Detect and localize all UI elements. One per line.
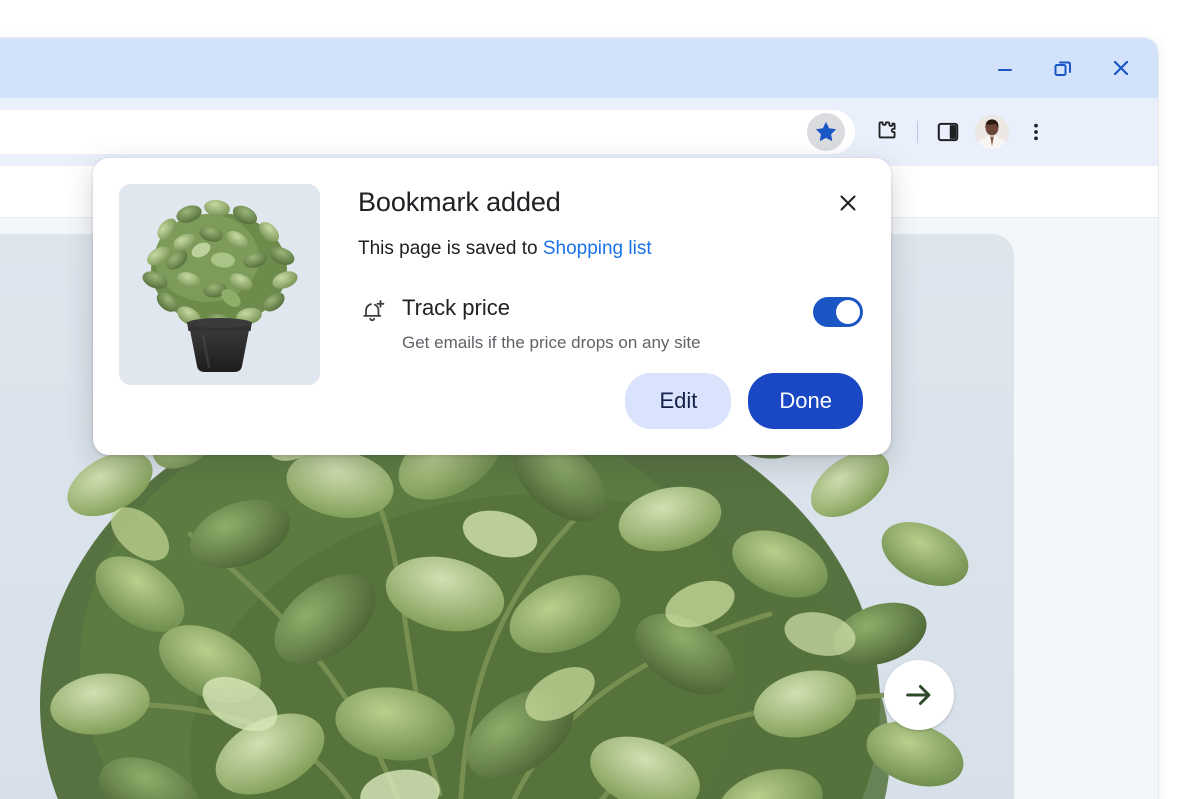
track-price-texts: Track price Get emails if the price drop… xyxy=(388,295,813,356)
done-button[interactable]: Done xyxy=(748,372,863,429)
saved-to-prefix: This page is saved to xyxy=(358,238,543,260)
toolbar-divider xyxy=(917,121,918,143)
plant-thumbnail-image xyxy=(119,184,320,385)
close-bubble-button[interactable] xyxy=(833,188,863,218)
bell-add-icon-wrap xyxy=(358,296,388,326)
avatar xyxy=(975,115,1009,149)
screenshot-root: Bookmark added This page is saved to Sho… xyxy=(0,0,1200,799)
extensions-icon xyxy=(878,121,896,139)
close-icon xyxy=(840,195,856,211)
track-price-description: Get emails if the price drops on any sit… xyxy=(402,333,701,353)
next-image-button[interactable] xyxy=(884,660,954,730)
bookmark-star-button[interactable] xyxy=(807,113,845,151)
close-button[interactable] xyxy=(1092,45,1150,91)
toolbar-icon-group xyxy=(865,98,1058,166)
bookmark-added-bubble: Bookmark added This page is saved to Sho… xyxy=(93,158,891,455)
bubble-header: Bookmark added xyxy=(358,186,863,218)
edit-button[interactable]: Edit xyxy=(625,372,732,429)
bookmark-thumbnail xyxy=(119,184,320,385)
bubble-body: Bookmark added This page is saved to Sho… xyxy=(358,184,863,429)
more-menu-button[interactable] xyxy=(1014,110,1058,154)
minimize-button[interactable] xyxy=(976,45,1034,91)
avatar-photo xyxy=(975,115,1009,149)
bell-add-icon xyxy=(363,300,385,322)
browser-toolbar xyxy=(0,98,1158,166)
minimize-icon xyxy=(998,69,1012,71)
extensions-button[interactable] xyxy=(865,110,909,154)
side-panel-button[interactable] xyxy=(926,110,970,154)
restore-button[interactable] xyxy=(1034,45,1092,91)
toggle-knob xyxy=(836,300,860,325)
omnibox[interactable] xyxy=(0,110,855,154)
more-menu-icon xyxy=(1034,123,1038,141)
track-price-label: Track price xyxy=(402,295,510,321)
restore-icon xyxy=(1054,61,1071,76)
track-price-toggle[interactable] xyxy=(813,297,863,328)
bookmark-star-icon xyxy=(815,121,837,142)
close-icon xyxy=(1113,60,1129,76)
browser-titlebar xyxy=(0,38,1158,98)
profile-button[interactable] xyxy=(970,110,1014,154)
track-price-row: Track price Get emails if the price drop… xyxy=(358,295,863,356)
saved-to-text: This page is saved to Shopping list xyxy=(358,237,863,262)
page-title: Bookmark added xyxy=(358,187,561,217)
window-controls xyxy=(976,38,1150,98)
side-panel-icon xyxy=(937,122,959,142)
bubble-actions: Edit Done xyxy=(358,372,863,429)
shopping-list-link[interactable]: Shopping list xyxy=(543,238,652,259)
next-image-arrow-icon xyxy=(906,685,931,705)
